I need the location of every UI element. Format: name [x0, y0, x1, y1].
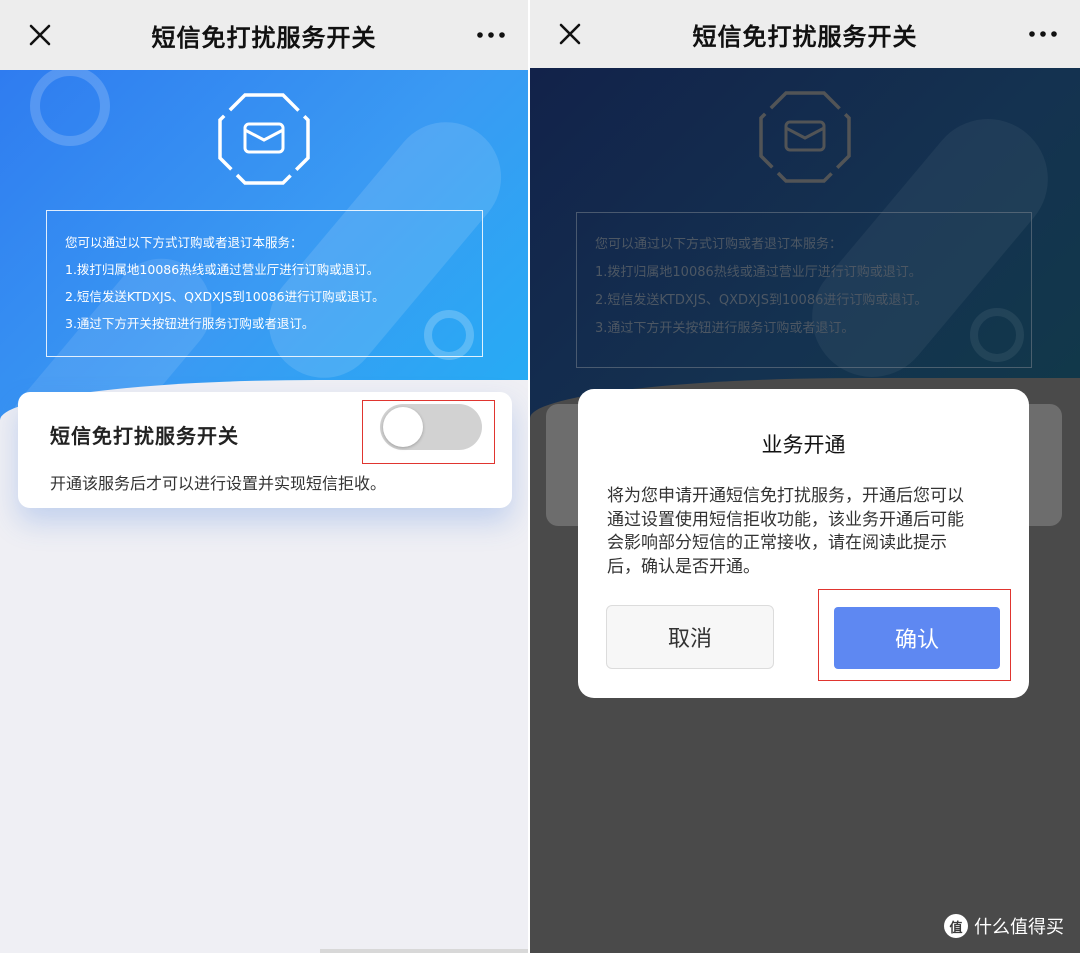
nav-bar: 短信免打扰服务开关	[0, 0, 528, 70]
info-line: 1.拨打归属地10086热线或通过营业厅进行订购或退订。	[65, 262, 380, 277]
home-indicator	[320, 949, 528, 953]
left-screen: 短信免打扰服务开关 您可以通过以下方式订购或者退订本服务： 1.拨打归属地100…	[0, 0, 528, 953]
info-line: 3.通过下方开关按钮进行服务订购或者退订。	[65, 316, 315, 331]
dialog-message-line: 通过设置使用短信拒收功能，该业务开通后可能	[607, 509, 964, 530]
confirm-dialog: 业务开通 将为您申请开通短信免打扰服务，开通后您可以 通过设置使用短信拒收功能，…	[578, 389, 1029, 698]
setting-title: 短信免打扰服务开关	[50, 424, 239, 448]
watermark-logo: 值	[944, 914, 968, 938]
dialog-message-line: 会影响部分短信的正常接收，请在阅读此提示	[607, 533, 947, 553]
dialog-title: 业务开通	[761, 433, 846, 457]
close-icon[interactable]	[26, 21, 54, 49]
dialog-message-line: 后，确认是否开通。	[607, 556, 760, 577]
message-logo-icon	[759, 91, 851, 183]
info-box: 您可以通过以下方式订购或者退订本服务： 1.拨打归属地10086热线或通过营业厅…	[576, 212, 1032, 368]
more-icon[interactable]	[1028, 29, 1058, 39]
info-line: 您可以通过以下方式订购或者退订本服务：	[65, 235, 303, 250]
dialog-message-line: 将为您申请开通短信免打扰服务，开通后您可以	[607, 486, 964, 506]
watermark-text: 什么值得买	[974, 917, 1064, 938]
setting-description: 开通该服务后才可以进行设置并实现短信拒收。	[50, 474, 387, 493]
service-toggle-switch[interactable]	[380, 404, 482, 450]
info-box: 您可以通过以下方式订购或者退订本服务： 1.拨打归属地10086热线或通过营业厅…	[46, 210, 483, 357]
toggle-knob	[383, 407, 423, 447]
right-screen: 短信免打扰服务开关 您可以通过以下方式订购或者退订本服务： 1.拨打归属地100…	[530, 0, 1080, 953]
info-line: 您可以通过以下方式订购或者退订本服务：	[595, 237, 843, 252]
nav-bar: 短信免打扰服务开关	[530, 0, 1080, 68]
page-title: 短信免打扰服务开关	[692, 22, 918, 51]
dialog-message: 将为您申请开通短信免打扰服务，开通后您可以 通过设置使用短信拒收功能，该业务开通…	[607, 485, 1007, 579]
info-line: 1.拨打归属地10086热线或通过营业厅进行订购或退订。	[595, 265, 922, 280]
watermark: 值 什么值得买	[944, 913, 1064, 939]
setting-card: 短信免打扰服务开关 开通该服务后才可以进行设置并实现短信拒收。	[18, 392, 512, 508]
page-title: 短信免打扰服务开关	[151, 23, 377, 52]
cancel-button[interactable]: 取消	[606, 605, 774, 669]
info-line: 2.短信发送KTDXJS、QXDXJS到10086进行订购或退订。	[65, 289, 385, 304]
confirm-button[interactable]: 确认	[834, 607, 1000, 669]
close-icon[interactable]	[556, 20, 584, 48]
message-logo-icon	[218, 93, 310, 185]
decor-ring	[30, 70, 110, 146]
info-line: 2.短信发送KTDXJS、QXDXJS到10086进行订购或退订。	[595, 293, 928, 308]
more-icon[interactable]	[476, 30, 506, 40]
info-line: 3.通过下方开关按钮进行服务订购或者退订。	[595, 321, 855, 336]
